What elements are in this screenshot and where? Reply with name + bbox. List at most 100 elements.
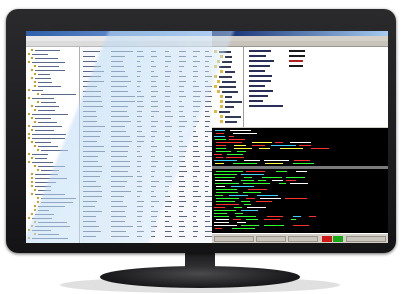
grid-cell — [193, 201, 199, 202]
folder-icon — [28, 237, 30, 239]
folder-icon — [37, 93, 39, 95]
grid-cell — [165, 121, 170, 122]
grid-cell — [165, 206, 172, 207]
explorer-file-list[interactable] — [245, 47, 388, 127]
tree-item — [32, 90, 44, 91]
grid-cell — [205, 61, 209, 62]
grid-cell — [205, 236, 212, 237]
grid-cell — [83, 186, 101, 187]
console-text-line — [243, 204, 252, 205]
folder-icon — [34, 221, 36, 223]
grid-cell — [137, 81, 142, 82]
folder-icon — [34, 73, 36, 75]
grid-cell — [193, 91, 201, 92]
console-text-line — [293, 225, 309, 226]
grid-cell — [151, 141, 155, 142]
grid-cell — [83, 181, 96, 182]
grid-cell — [137, 176, 143, 177]
grid-cell — [179, 61, 187, 62]
folder-icon — [217, 90, 220, 93]
file-grid-pane[interactable] — [81, 47, 212, 243]
console-text-line — [260, 198, 281, 199]
grid-cell — [151, 106, 158, 107]
grid-cell — [151, 96, 157, 97]
explorer-file-item — [249, 95, 268, 97]
grid-cell — [83, 166, 102, 167]
grid-cell — [111, 166, 130, 167]
grid-cell — [165, 61, 171, 62]
grid-cell — [111, 231, 127, 232]
console-text-line — [214, 154, 223, 155]
tree-item — [35, 118, 52, 119]
grid-cell — [137, 106, 144, 107]
grid-cell — [193, 116, 197, 117]
grid-cell — [179, 101, 183, 102]
explorer-tree-item — [219, 66, 232, 68]
grid-cell — [111, 66, 124, 67]
status-indicator-green — [333, 236, 343, 242]
console-text-line — [236, 222, 246, 223]
grid-cell — [179, 116, 185, 117]
grid-cell — [165, 101, 171, 102]
grid-cell — [179, 81, 187, 82]
grid-cell — [111, 61, 124, 62]
grid-cell — [137, 231, 144, 232]
tree-item — [32, 230, 52, 231]
console-text-line — [256, 201, 272, 202]
folder-icon — [34, 65, 36, 67]
grid-cell — [179, 146, 187, 147]
console-text-line — [293, 160, 310, 161]
grid-cell — [137, 221, 141, 222]
explorer-folder-tree[interactable] — [212, 47, 244, 127]
console-text-line — [263, 160, 289, 161]
grid-cell — [165, 166, 173, 167]
console-output-top[interactable] — [212, 128, 388, 166]
grid-cell — [151, 81, 156, 82]
grid-cell — [137, 181, 142, 182]
console-text-line — [216, 142, 242, 143]
grid-cell — [205, 231, 212, 232]
grid-cell — [179, 86, 184, 87]
grid-cell — [137, 211, 144, 212]
explorer-file-item — [249, 55, 267, 57]
grid-cell — [205, 96, 212, 97]
status-bar — [212, 233, 388, 243]
console-text-line — [232, 228, 256, 229]
folder-icon — [34, 109, 36, 111]
grid-cell — [151, 221, 156, 222]
console-text-line — [284, 198, 307, 199]
console-text-line — [216, 186, 226, 187]
grid-cell — [193, 86, 199, 87]
grid-cell — [205, 76, 212, 77]
grid-cell — [205, 106, 212, 107]
folder-icon — [31, 129, 33, 131]
grid-cell — [165, 111, 172, 112]
grid-cell — [193, 81, 197, 82]
grid-cell — [165, 66, 169, 67]
folder-tree-pane[interactable] — [26, 47, 80, 243]
folder-icon — [34, 81, 36, 83]
grid-cell — [151, 56, 158, 57]
console-text-line — [234, 148, 252, 149]
grid-cell — [179, 226, 186, 227]
explorer-file-item — [249, 100, 264, 102]
explorer-file-item — [249, 90, 274, 92]
folder-icon — [31, 177, 33, 179]
grid-cell — [151, 196, 156, 197]
console-text-line — [285, 180, 296, 181]
grid-cell — [111, 151, 128, 152]
grid-cell — [137, 156, 142, 157]
grid-cell — [179, 221, 184, 222]
folder-icon — [220, 100, 223, 103]
folder-icon — [220, 115, 223, 118]
grid-cell — [83, 111, 96, 112]
console-output-bottom[interactable] — [212, 169, 388, 233]
grid-cell — [111, 216, 127, 217]
grid-cell — [111, 51, 134, 52]
grid-cell — [111, 161, 131, 162]
grid-cell — [193, 231, 199, 232]
grid-cell — [165, 106, 171, 107]
explorer-file-item — [249, 75, 272, 77]
grid-cell — [151, 161, 158, 162]
tree-item — [35, 226, 70, 227]
